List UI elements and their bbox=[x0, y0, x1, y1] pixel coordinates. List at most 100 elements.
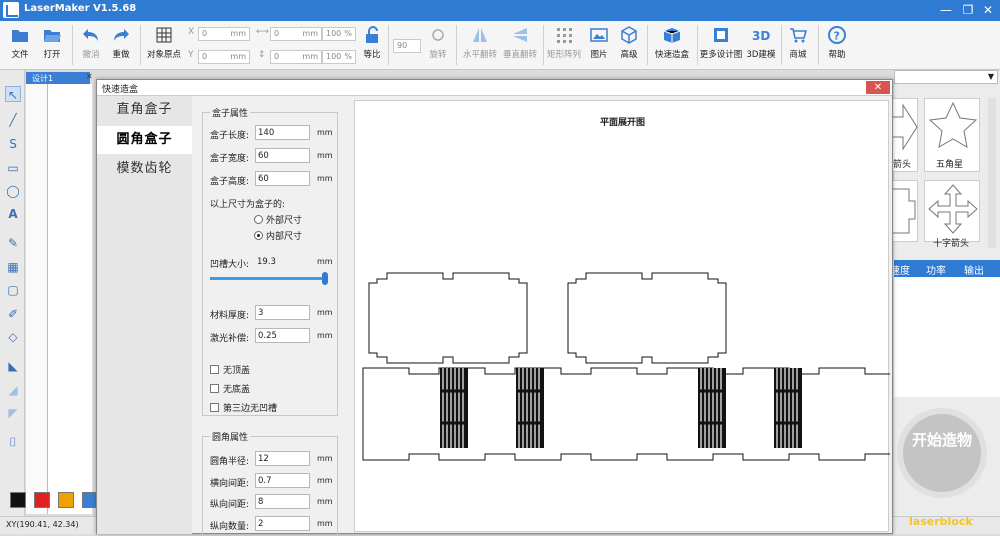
height-label: 盒子高度: bbox=[210, 177, 250, 187]
hgap-input[interactable] bbox=[255, 473, 310, 488]
quick-box-button[interactable]: 快速造盒 bbox=[651, 23, 693, 67]
help-button[interactable]: ? 帮助 bbox=[824, 23, 850, 67]
box-width-input[interactable] bbox=[255, 148, 310, 163]
dialog-title: 快速造盒 bbox=[102, 85, 139, 95]
rotate-label: 旋转 bbox=[429, 50, 447, 60]
category-select[interactable]: ▼ bbox=[894, 70, 998, 84]
vertical-flip-button[interactable]: 垂直翻转 bbox=[500, 23, 540, 67]
align-tool-icon[interactable]: ◢ bbox=[5, 382, 21, 398]
rectangle-tool-icon[interactable]: ▭ bbox=[5, 160, 21, 176]
inner-size-label: 内部尺寸 bbox=[266, 232, 303, 242]
kerf-row: 激光补偿: mm bbox=[210, 328, 336, 344]
text-tool-icon[interactable]: A bbox=[5, 206, 21, 222]
file-button[interactable]: 文件 bbox=[6, 23, 34, 67]
width-input[interactable]: 0 mm bbox=[270, 27, 322, 41]
inner-size-radio[interactable]: 内部尺寸 bbox=[254, 229, 302, 242]
table-tool-icon[interactable]: ▦ bbox=[5, 259, 21, 275]
dialog-close-button[interactable]: ✕ bbox=[866, 81, 890, 94]
nav-gear[interactable]: 模数齿轮 bbox=[97, 155, 192, 183]
file-label: 文件 bbox=[11, 50, 29, 60]
no-top-checkbox[interactable]: 无顶盖 bbox=[210, 363, 250, 376]
eraser-tool-icon[interactable]: ◇ bbox=[5, 329, 21, 345]
height-percent-input[interactable]: 100% bbox=[322, 50, 356, 64]
image-button[interactable]: 图片 bbox=[586, 23, 612, 67]
tab-close-icon[interactable]: ✕ bbox=[86, 72, 94, 84]
rotate-angle-input[interactable]: 90 bbox=[393, 39, 421, 53]
distribute-tool-icon[interactable]: ◤ bbox=[5, 405, 21, 421]
vcount-input[interactable] bbox=[255, 516, 310, 531]
minimize-button[interactable]: — bbox=[938, 2, 954, 18]
vgap-label: 纵向间距: bbox=[210, 500, 250, 510]
box-height-input[interactable] bbox=[255, 171, 310, 186]
color-swatch-orange[interactable] bbox=[58, 492, 74, 508]
array-label: 矩形阵列 bbox=[546, 50, 581, 60]
nav-rounded-box[interactable]: 圆角盒子 bbox=[97, 126, 192, 154]
notch-slider-thumb[interactable] bbox=[322, 272, 328, 285]
radius-label: 圆角半径: bbox=[210, 457, 250, 467]
kerf-input[interactable] bbox=[255, 328, 310, 343]
h-value: 0 bbox=[274, 52, 280, 61]
y-position-input[interactable]: 0 mm bbox=[198, 50, 250, 64]
edit-tool-icon[interactable]: ✐ bbox=[5, 306, 21, 322]
line-tool-icon[interactable]: ╱ bbox=[5, 112, 21, 128]
separator bbox=[781, 25, 782, 65]
rotate-button[interactable]: 旋转 bbox=[424, 23, 452, 67]
col-power: 功率 bbox=[926, 266, 946, 277]
corner-radius-input[interactable] bbox=[255, 451, 310, 466]
kerf-bend-patterns bbox=[440, 368, 802, 448]
box-layout-drawing bbox=[362, 272, 890, 461]
redo-button[interactable]: 重做 bbox=[108, 23, 134, 67]
vgap-input[interactable] bbox=[255, 494, 310, 509]
restore-button[interactable]: ❐ bbox=[960, 2, 976, 18]
design-canvas[interactable] bbox=[48, 84, 92, 514]
width-percent-input[interactable]: 100% bbox=[322, 27, 356, 41]
thickness-input[interactable] bbox=[255, 305, 310, 320]
more-designs-button[interactable]: 更多设计图 bbox=[698, 23, 744, 67]
object-origin-button[interactable]: 对象原点 bbox=[144, 23, 184, 67]
width-row: 盒子宽度: mm bbox=[210, 148, 336, 164]
nav-right-angle-box[interactable]: 直角盒子 bbox=[97, 96, 192, 124]
y-value: 0 bbox=[202, 52, 208, 61]
page-tool-icon[interactable]: ▢ bbox=[5, 282, 21, 298]
separator bbox=[543, 25, 544, 65]
shop-button[interactable]: 商城 bbox=[786, 23, 810, 67]
height-unit: mm bbox=[317, 174, 333, 183]
advanced-button[interactable]: 高级 bbox=[616, 23, 642, 67]
notch-slider[interactable] bbox=[210, 272, 328, 285]
curve-tool-icon[interactable]: S bbox=[5, 136, 21, 152]
shapes-scrollbar[interactable] bbox=[988, 98, 996, 248]
flat-layout-preview: 平面展开图 bbox=[354, 100, 890, 532]
horizontal-flip-button[interactable]: 水平翻转 bbox=[460, 23, 500, 67]
open-button[interactable]: 打开 bbox=[38, 23, 66, 67]
camera-tool-icon[interactable]: ⌷ bbox=[5, 434, 21, 450]
color-swatch-red[interactable] bbox=[34, 492, 50, 508]
undo-button[interactable]: 撤消 bbox=[78, 23, 104, 67]
advanced-label: 高级 bbox=[620, 50, 638, 60]
ellipse-tool-icon[interactable]: ◯ bbox=[5, 183, 21, 199]
notch-label: 凹槽大小: bbox=[210, 260, 250, 270]
cart-icon bbox=[790, 28, 808, 43]
color-swatch-black[interactable] bbox=[10, 492, 26, 508]
notch-size-input[interactable] bbox=[255, 254, 310, 269]
no-third-notch-checkbox[interactable]: 第三边无凹槽 bbox=[210, 401, 277, 414]
scale-lock-button[interactable]: 等比 bbox=[360, 23, 384, 67]
x-position-input[interactable]: 0 mm bbox=[198, 27, 250, 41]
no-bottom-checkbox[interactable]: 无底盖 bbox=[210, 382, 250, 395]
arrange-tool-icon[interactable]: ◣ bbox=[5, 358, 21, 374]
box-length-input[interactable] bbox=[255, 125, 310, 140]
pen-tool-icon[interactable]: ✎ bbox=[5, 235, 21, 251]
shape-star[interactable]: 五角星 bbox=[924, 98, 980, 172]
redo-label: 重做 bbox=[112, 50, 130, 60]
select-tool-icon[interactable]: ↖ bbox=[5, 86, 21, 102]
shape-cross-arrow[interactable]: 十字箭头 bbox=[924, 180, 980, 249]
start-making-button[interactable]: 开始造物 bbox=[903, 414, 981, 492]
outer-size-radio[interactable]: 外部尺寸 bbox=[254, 213, 302, 226]
length-label: 盒子长度: bbox=[210, 131, 250, 141]
height-icon: ↕ bbox=[258, 50, 266, 60]
vflip-label: 垂直翻转 bbox=[502, 50, 537, 60]
height-input[interactable]: 0 mm bbox=[270, 50, 322, 64]
3d-model-button[interactable]: 3D 3D建模 bbox=[745, 23, 777, 67]
vcount-label: 纵向数量: bbox=[210, 522, 250, 532]
close-button[interactable]: ✕ bbox=[980, 2, 996, 18]
rect-array-button[interactable]: 矩形阵列 bbox=[546, 23, 582, 67]
